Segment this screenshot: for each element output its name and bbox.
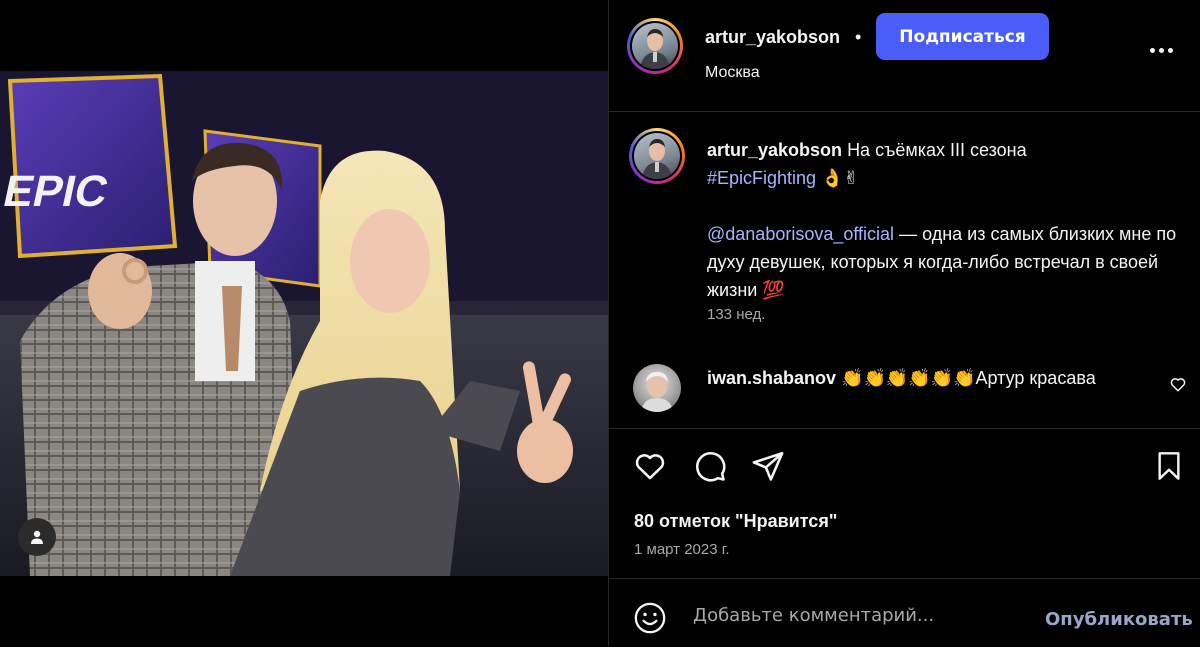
commenter-username[interactable]: iwan.shabanov: [707, 368, 836, 388]
heart-icon: [1170, 378, 1186, 392]
more-options-button[interactable]: [1144, 38, 1178, 62]
caption-age: 133 нед.: [707, 306, 766, 323]
comment-emojis: 👏👏👏👏👏👏: [841, 368, 976, 388]
share-button[interactable]: [751, 449, 785, 488]
more-options-icon: [1149, 47, 1155, 53]
caption-author-avatar[interactable]: [629, 128, 685, 184]
comment-body: Артур красава: [975, 368, 1096, 388]
caption-text: artur_yakobson На съёмках III сезона #Ep…: [707, 136, 1187, 304]
likes-count[interactable]: 80 отметок "Нравится": [634, 511, 837, 532]
post-media: EPIC: [0, 0, 608, 646]
caption-username[interactable]: artur_yakobson: [707, 140, 842, 160]
comment-like-button[interactable]: [1169, 375, 1187, 398]
emoji-button[interactable]: [633, 601, 667, 640]
author-username[interactable]: artur_yakobson: [705, 27, 840, 48]
emoji-smile-icon: [634, 602, 666, 634]
bookmark-icon: [1158, 452, 1180, 480]
post-date: 1 март 2023 г.: [634, 541, 730, 558]
publish-button[interactable]: Опубликовать: [1045, 609, 1193, 630]
save-button[interactable]: [1153, 449, 1185, 488]
epic-sign-text: EPIC: [0, 167, 112, 215]
comment-item: iwan.shabanov 👏👏👏👏👏👏Артур красава: [707, 364, 1167, 392]
follow-button[interactable]: Подписаться: [876, 13, 1049, 60]
like-button[interactable]: [633, 449, 667, 488]
post-header: artur_yakobson • Подписаться Москва: [609, 0, 1200, 112]
post-details-panel: artur_yakobson • Подписаться Москва artu…: [608, 0, 1200, 646]
commenter-avatar[interactable]: [633, 364, 681, 412]
separator-dot: •: [855, 27, 862, 47]
comment-bubble-icon: [696, 452, 726, 482]
caption-line1: На съёмках III сезона: [847, 140, 1027, 160]
user-tag-button[interactable]: [18, 518, 56, 556]
post-photo[interactable]: EPIC: [0, 71, 608, 576]
caption-mention[interactable]: @danaborisova_official: [707, 224, 894, 244]
comment-button[interactable]: [693, 449, 727, 488]
user-tag-icon: [31, 530, 43, 544]
paper-plane-icon: [752, 451, 784, 481]
comment-composer: Опубликовать: [609, 578, 1200, 647]
heart-icon: [635, 454, 665, 480]
post-location[interactable]: Москва: [705, 64, 760, 82]
photo-illustration: EPIC: [0, 71, 608, 576]
caption-emoji1: 👌✌: [821, 168, 859, 188]
author-avatar-image: [632, 23, 678, 69]
caption-hashtag[interactable]: #EpicFighting: [707, 168, 816, 188]
comment-input[interactable]: [691, 601, 1035, 629]
caption-emoji2: 💯: [762, 280, 785, 300]
author-avatar[interactable]: [627, 18, 683, 74]
post-actions: 80 отметок "Нравится" 1 март 2023 г.: [609, 428, 1200, 579]
